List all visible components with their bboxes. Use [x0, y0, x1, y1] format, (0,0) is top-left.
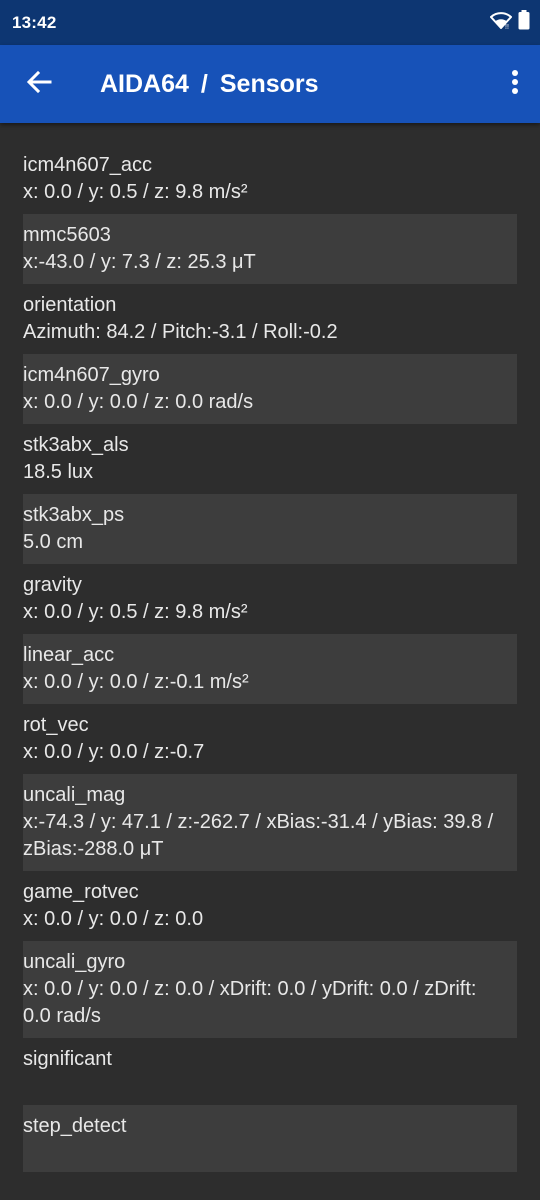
sensor-value: x: 0.0 / y: 0.0 / z: 0.0 rad/s: [23, 391, 254, 413]
app-name: AIDA64: [100, 69, 189, 98]
sensor-name: linear_acc: [23, 644, 115, 666]
sensor-name: mmc5603: [23, 224, 111, 246]
sensor-value: Azimuth: 84.2 / Pitch:-3.1 / Roll:-0.2: [23, 321, 338, 343]
sensor-row[interactable]: linear_acc x: 0.0 / y: 0.0 / z:-0.1 m/s²: [23, 634, 517, 704]
overflow-menu-button[interactable]: [490, 45, 540, 123]
sensor-name: uncali_mag: [23, 784, 126, 806]
sensor-row[interactable]: orientation Azimuth: 84.2 / Pitch:-3.1 /…: [23, 284, 517, 354]
sensor-name: gravity: [23, 574, 82, 596]
sensor-row[interactable]: step_detect: [23, 1105, 517, 1172]
sensor-value: x:-43.0 / y: 7.3 / z: 25.3 μT: [23, 251, 256, 273]
sensor-row[interactable]: icm4n607_gyro x: 0.0 / y: 0.0 / z: 0.0 r…: [23, 354, 517, 424]
sensor-list[interactable]: icm4n607_acc x: 0.0 / y: 0.5 / z: 9.8 m/…: [23, 144, 517, 1172]
sensor-row[interactable]: game_rotvec x: 0.0 / y: 0.0 / z: 0.0: [23, 871, 517, 941]
wifi-icon: !!: [489, 11, 513, 34]
sensor-value: x: 0.0 / y: 0.0 / z:-0.7: [23, 741, 205, 763]
sensor-row[interactable]: stk3abx_ps 5.0 cm: [23, 494, 517, 564]
sensor-row[interactable]: uncali_gyro x: 0.0 / y: 0.0 / z: 0.0 / x…: [23, 941, 517, 1038]
app-title: AIDA64 / Sensors: [100, 70, 490, 99]
battery-icon: [518, 10, 530, 35]
sensor-row[interactable]: significant: [23, 1038, 517, 1105]
sensor-name: stk3abx_als: [23, 434, 129, 456]
status-bar: 13:42 !!: [0, 0, 540, 45]
title-separator: /: [200, 69, 208, 98]
sensor-value: 18.5 lux: [23, 461, 94, 483]
sensor-name: step_detect: [23, 1115, 127, 1137]
sensor-name: stk3abx_ps: [23, 504, 125, 526]
status-icons: !!: [489, 10, 530, 35]
sensor-value: x:-74.3 / y: 47.1 / z:-262.7 / xBias:-31…: [23, 811, 494, 860]
sensor-name: uncali_gyro: [23, 951, 126, 973]
svg-text:!!: !!: [505, 24, 509, 29]
sensor-value: x: 0.0 / y: 0.5 / z: 9.8 m/s²: [23, 181, 248, 203]
sensor-name: orientation: [23, 294, 117, 316]
sensor-value: x: 0.0 / y: 0.0 / z: 0.0: [23, 908, 204, 930]
page-title: Sensors: [219, 69, 319, 98]
sensor-row[interactable]: mmc5603 x:-43.0 / y: 7.3 / z: 25.3 μT: [23, 214, 517, 284]
arrow-left-icon: [26, 70, 52, 99]
sensor-row[interactable]: gravity x: 0.0 / y: 0.5 / z: 9.8 m/s²: [23, 564, 517, 634]
sensor-name: icm4n607_acc: [23, 154, 152, 176]
status-time: 13:42: [12, 12, 57, 32]
sensor-row[interactable]: icm4n607_acc x: 0.0 / y: 0.5 / z: 9.8 m/…: [23, 144, 517, 214]
sensor-value: x: 0.0 / y: 0.0 / z:-0.1 m/s²: [23, 671, 249, 693]
sensor-row[interactable]: uncali_mag x:-74.3 / y: 47.1 / z:-262.7 …: [23, 774, 517, 871]
sensor-name: significant: [23, 1048, 112, 1070]
app-bar: AIDA64 / Sensors: [0, 45, 540, 123]
sensor-value: x: 0.0 / y: 0.0 / z: 0.0 / xDrift: 0.0 /…: [23, 978, 477, 1027]
sensor-name: game_rotvec: [23, 881, 139, 903]
sensor-value: 5.0 cm: [23, 531, 84, 553]
sensor-name: rot_vec: [23, 714, 89, 736]
sensor-row[interactable]: stk3abx_als 18.5 lux: [23, 424, 517, 494]
sensor-name: icm4n607_gyro: [23, 364, 160, 386]
back-button[interactable]: [0, 45, 78, 123]
sensor-row[interactable]: rot_vec x: 0.0 / y: 0.0 / z:-0.7: [23, 704, 517, 774]
sensor-value: x: 0.0 / y: 0.5 / z: 9.8 m/s²: [23, 601, 248, 623]
more-vert-icon: [511, 69, 519, 100]
